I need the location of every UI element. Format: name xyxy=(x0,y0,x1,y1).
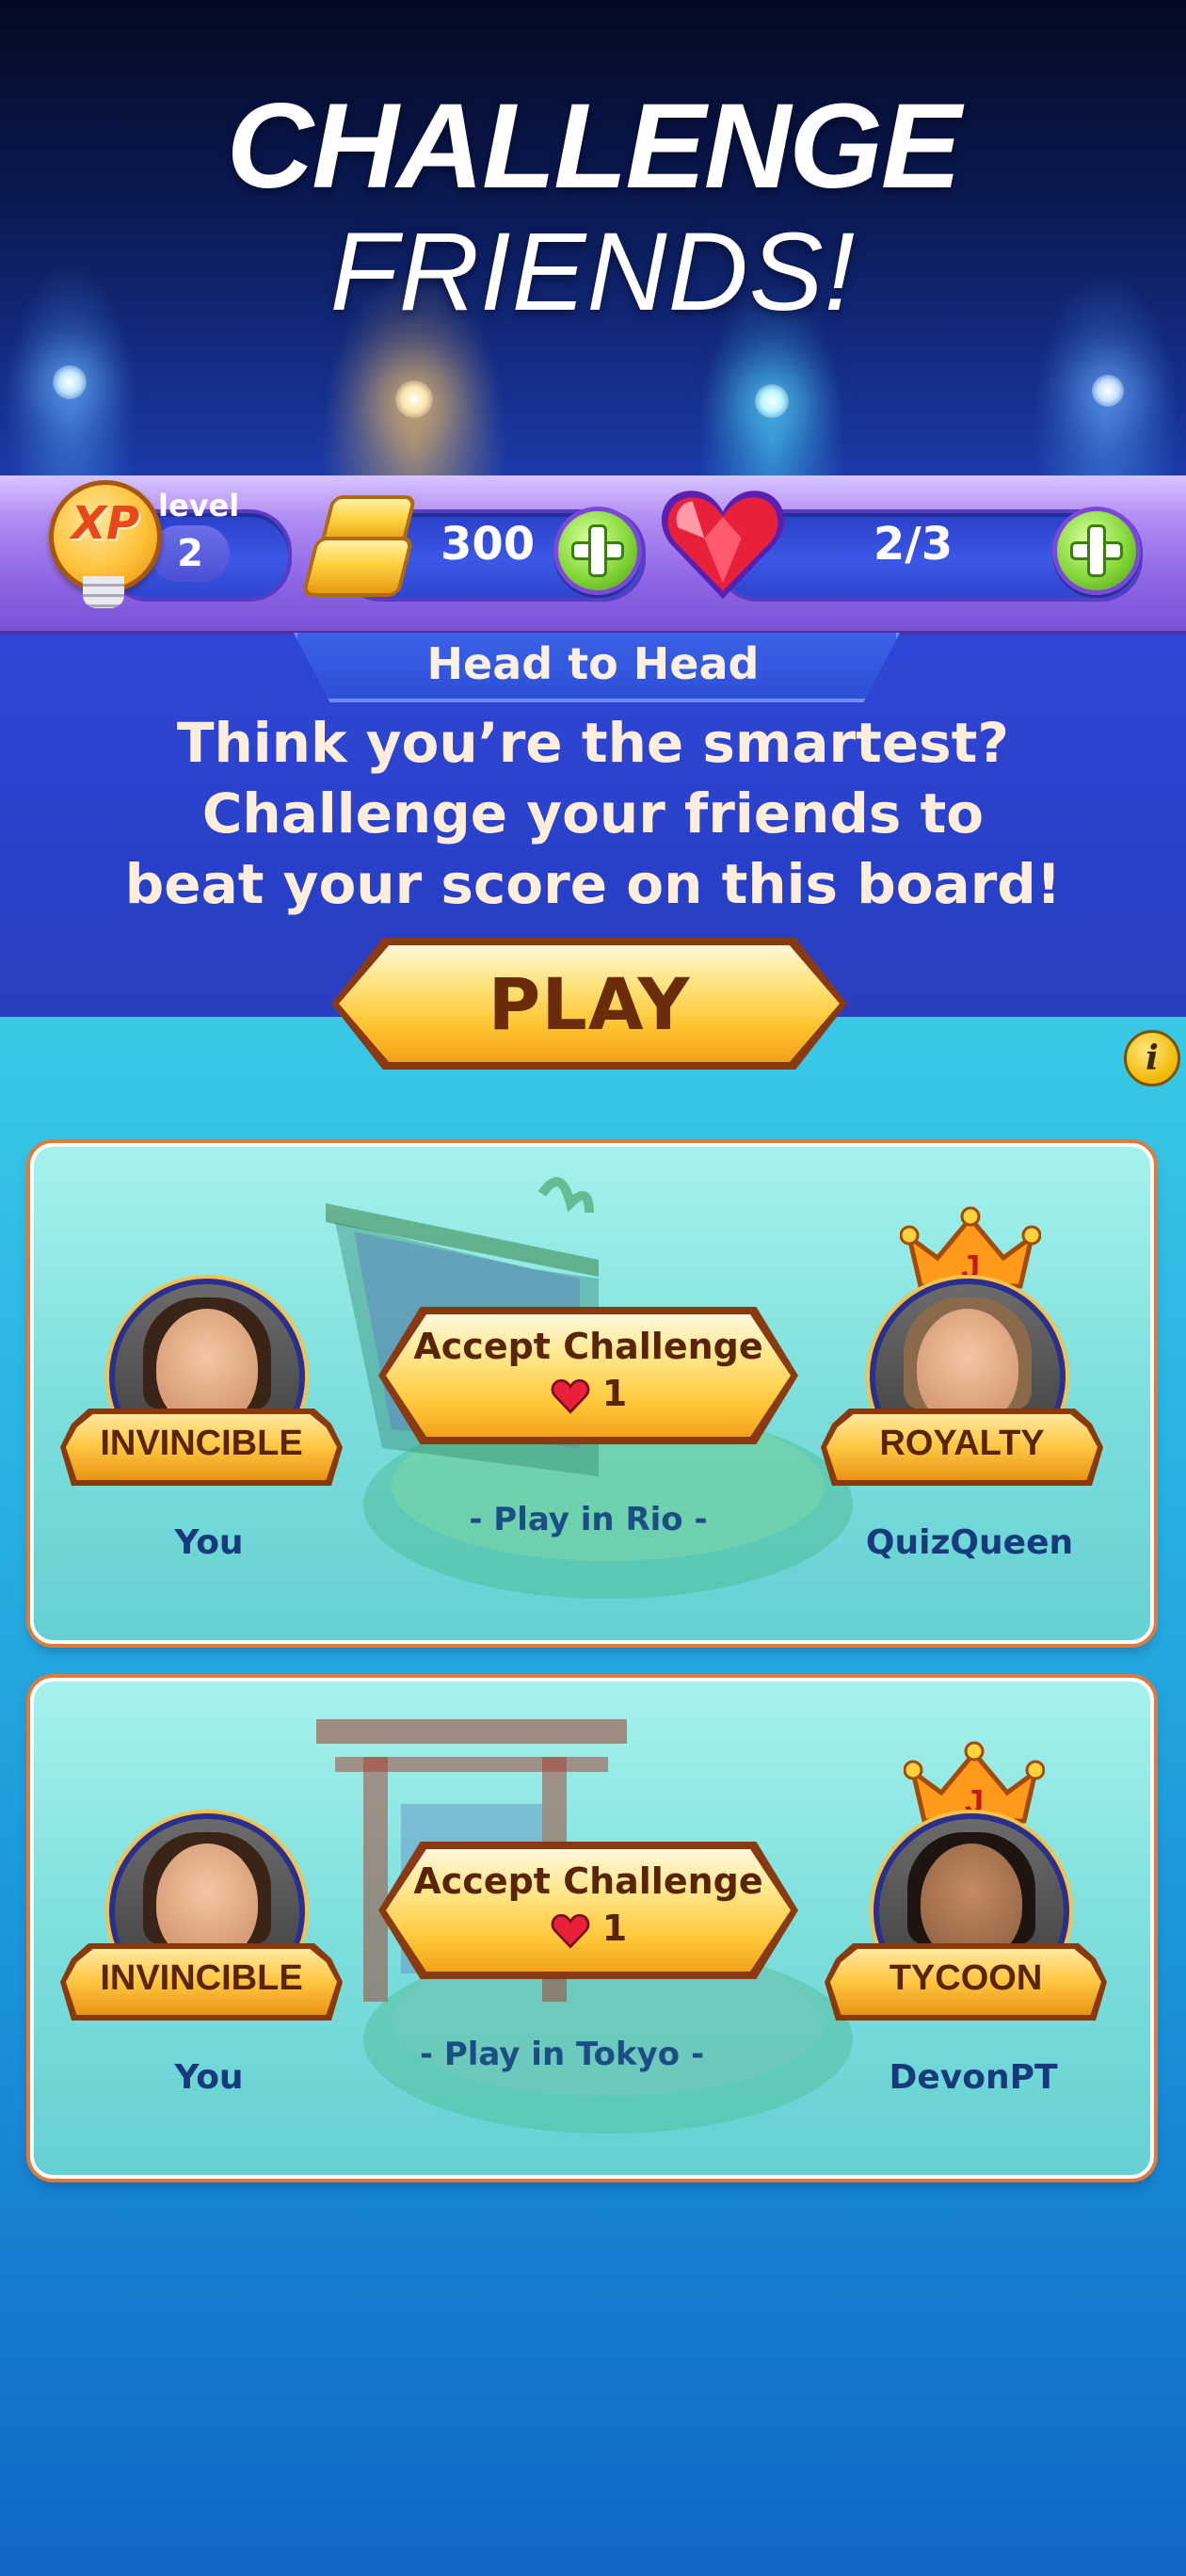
venue-location: - Play in Rio - xyxy=(469,1501,708,1538)
hero-title: CHALLENGE xyxy=(226,79,961,214)
accept-challenge-button[interactable]: Accept Challenge 1 xyxy=(378,1842,798,1979)
rank-label: INVINCIBLE xyxy=(100,1958,303,1998)
player-name: You xyxy=(174,1523,244,1562)
gold-count: 300 xyxy=(441,518,536,571)
rank-badge: TYCOON xyxy=(825,1943,1107,2021)
hero-subtitle: FRIENDS! xyxy=(329,210,857,334)
accept-challenge-label: Accept Challenge xyxy=(413,1860,763,1902)
lives-count: 2/3 xyxy=(873,518,954,571)
player-name: QuizQueen xyxy=(865,1523,1074,1562)
spotlight-icon xyxy=(395,380,433,418)
tagline-line: beat your score on this board! xyxy=(124,852,1062,916)
venue-location: - Play in Tokyo - xyxy=(419,2036,705,2073)
cost-value: 1 xyxy=(601,1373,628,1414)
spotlight-icon xyxy=(755,384,789,418)
player-name: You xyxy=(174,2058,244,2097)
accept-challenge-button[interactable]: Accept Challenge 1 xyxy=(378,1307,798,1444)
hero-header: CHALLENGE FRIENDS! xyxy=(0,0,1186,475)
head-to-head-title: Head to Head xyxy=(426,638,760,689)
rank-label: TYCOON xyxy=(889,1958,1043,1998)
heart-icon xyxy=(551,1913,590,1949)
tagline-line: Challenge your friends to xyxy=(201,781,985,845)
add-gold-button[interactable] xyxy=(553,507,642,595)
gold-bars-icon xyxy=(301,488,417,599)
xp-badge: XP xyxy=(71,497,140,550)
challenge-cost: 1 xyxy=(378,1373,798,1417)
accept-challenge-label: Accept Challenge xyxy=(413,1326,763,1367)
challenge-card[interactable]: INVINCIBLE You Accept Challenge 1 - Play… xyxy=(30,1678,1154,2179)
heart-icon xyxy=(551,1378,590,1414)
bulb-base xyxy=(83,576,124,608)
spotlight-icon xyxy=(1092,375,1124,407)
heart-icon xyxy=(661,491,785,599)
play-button-label[interactable]: PLAY xyxy=(331,962,847,1046)
info-icon[interactable]: i xyxy=(1124,1030,1180,1087)
challenge-cost: 1 xyxy=(378,1908,798,1952)
rank-label: ROYALTY xyxy=(879,1424,1045,1463)
tagline-line: Think you’re the smartest? xyxy=(176,711,1010,775)
add-lives-button[interactable] xyxy=(1052,507,1141,595)
rank-badge: INVINCIBLE xyxy=(60,1943,343,2021)
rank-label: INVINCIBLE xyxy=(100,1424,303,1463)
rank-badge: ROYALTY xyxy=(821,1409,1103,1486)
spotlight-icon xyxy=(53,365,87,399)
challenge-card[interactable]: INVINCIBLE You Accept Challenge 1 - Play… xyxy=(30,1143,1154,1644)
level-value: 2 xyxy=(151,525,230,582)
rank-badge: INVINCIBLE xyxy=(60,1409,343,1486)
level-label: level xyxy=(158,488,240,523)
cost-value: 1 xyxy=(601,1908,628,1949)
player-name: DevonPT xyxy=(889,2058,1058,2097)
